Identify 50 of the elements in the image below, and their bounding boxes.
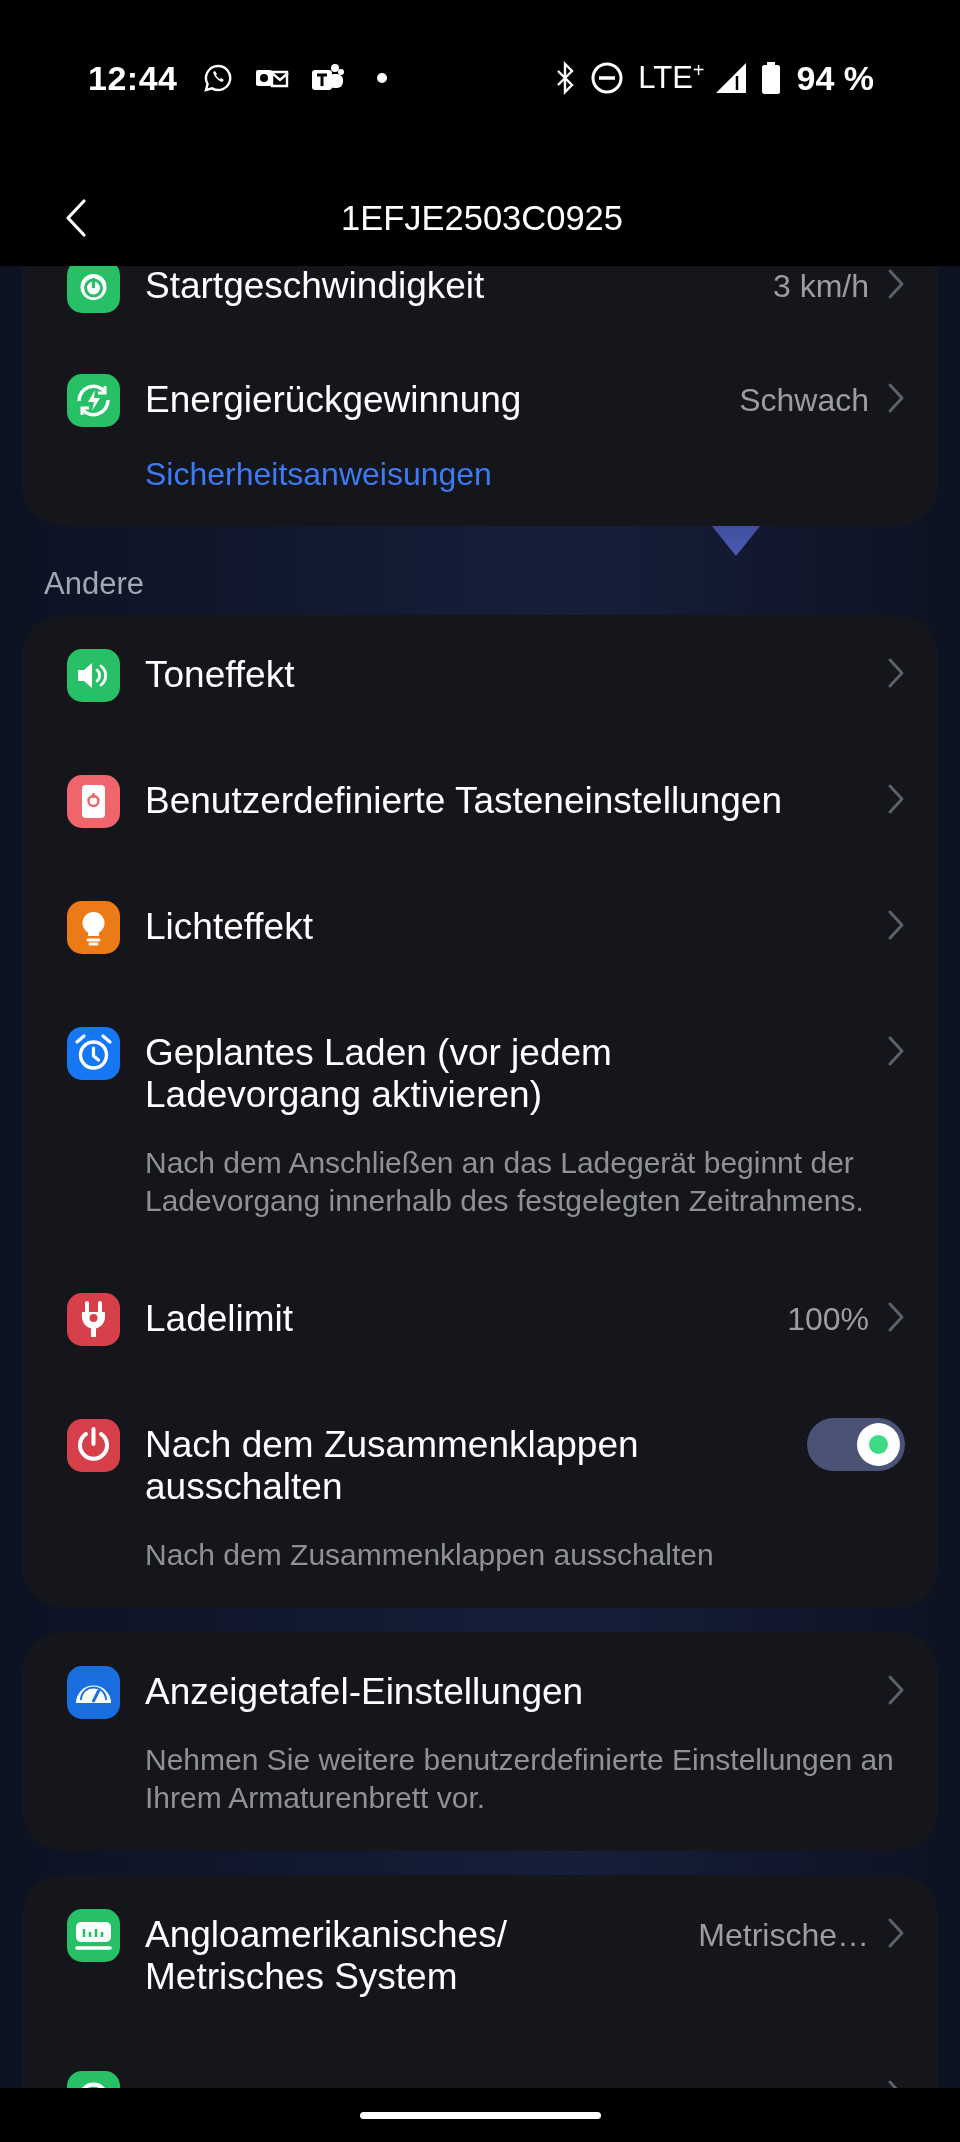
plug-icon	[67, 1293, 120, 1346]
setting-description: Nehmen Sie weitere benutzerdefinierte Einstellungen an Ihrem Armaturenbrett vor.	[145, 1742, 895, 1816]
battery-percentage: 94 %	[796, 58, 874, 98]
setting-label: Benutzerdefinierte Tasteneinstellungen	[145, 780, 783, 822]
chevron-icon[interactable]	[887, 268, 905, 300]
do-not-disturb-icon	[590, 61, 625, 95]
setting-label: Ladelimit	[145, 1298, 295, 1340]
setting-label: Anzeigetafel-Einstellungen	[145, 1671, 585, 1713]
chevron-icon[interactable]	[887, 382, 905, 414]
setting-value: 3 km/h	[771, 267, 869, 306]
power-icon	[67, 266, 120, 313]
setting-description: Nach dem Anschließen an das Ladegerät beginnt der Ladevorgang innerhalb des festgelegten Zeitrahmens.	[145, 1145, 865, 1219]
setting-label: Energierückgewinnung	[145, 379, 523, 421]
signal-icon	[714, 62, 747, 94]
speaker-icon	[67, 649, 120, 702]
setting-label: Nach dem Zusammenklappen ausschalten	[145, 1424, 640, 1508]
setting-label: Toneffekt	[145, 654, 296, 696]
alarm-clock-icon	[67, 1027, 120, 1080]
phone-icon	[67, 775, 120, 828]
safety-link[interactable]: Sicherheitsanweisungen	[145, 455, 492, 526]
setting-label: Lichteffekt	[145, 906, 314, 948]
chevron-icon[interactable]	[887, 783, 905, 815]
bolt-icon	[67, 374, 120, 427]
chevron-icon[interactable]	[887, 1301, 905, 1333]
network-label: LTE$^{+}$	[638, 59, 705, 97]
chat-bubble-icon	[203, 63, 234, 93]
chevron-icon[interactable]	[887, 909, 905, 941]
toggle-switch[interactable]	[807, 1418, 905, 1471]
page-title: 1EFJE2503C0925	[341, 198, 623, 238]
home-indicator[interactable]	[359, 2111, 601, 2119]
setting-value: Schwach	[738, 381, 869, 420]
ruler-icon	[67, 1909, 120, 1962]
lightbulb-icon	[67, 901, 120, 954]
setting-description: Nach dem Zusammenklappen ausschalten	[145, 1537, 715, 1573]
battery-icon	[760, 61, 781, 95]
chevron-icon[interactable]	[887, 1674, 905, 1706]
dot-icon	[377, 73, 388, 83]
clock: 12:44	[88, 58, 178, 98]
setting-label: Geplantes Laden (vor jedem Ladevorgang aktivieren)	[145, 1032, 613, 1116]
setting-label: Startgeschwindigkeit	[145, 266, 486, 307]
section-heading: Andere	[44, 565, 145, 603]
setting-value: Metrische…	[697, 1916, 869, 1955]
back-icon[interactable]	[64, 198, 88, 238]
gauge-icon	[67, 1666, 120, 1719]
chevron-icon[interactable]	[887, 1917, 905, 1949]
chevron-icon[interactable]	[887, 657, 905, 689]
chevron-icon[interactable]	[887, 1035, 905, 1067]
power-icon	[67, 1419, 120, 1472]
setting-label: Angloamerikanisches/ Metrisches System	[145, 1914, 508, 1998]
setting-value: 100%	[786, 1300, 869, 1339]
